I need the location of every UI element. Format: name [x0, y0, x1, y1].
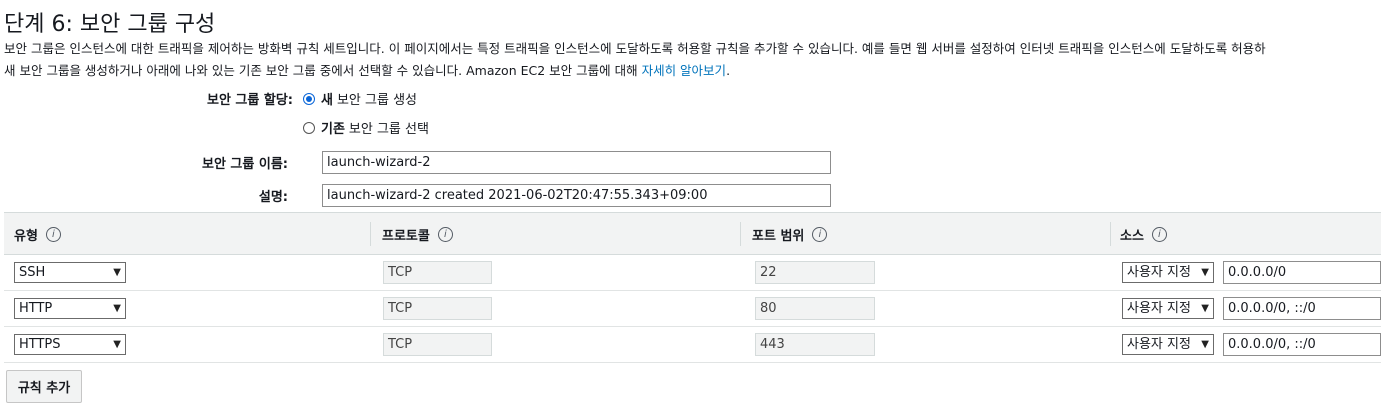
- protocol-field: TCP: [383, 261, 492, 284]
- page-description: 보안 그룹은 인스턴스에 대한 트래픽을 제어하는 방화벽 규칙 세트입니다. …: [4, 38, 1381, 82]
- chevron-down-icon: ▼: [1201, 267, 1209, 278]
- assign-label: 보안 그룹 할당:: [206, 93, 293, 108]
- rule-row: HTTP ▼ TCP 80 사용자 지정 ▼ 0.0.0.0/0, ::/0: [4, 291, 1381, 327]
- column-header-label: 포트 범위: [752, 228, 805, 244]
- source-mode-select[interactable]: 사용자 지정 ▼: [1122, 262, 1214, 283]
- source-mode-value: 사용자 지정: [1127, 337, 1191, 352]
- chevron-down-icon: ▼: [1201, 303, 1209, 314]
- port-range-field: 443: [755, 333, 875, 356]
- info-icon[interactable]: i: [812, 226, 828, 242]
- page-title: 단계 6: 보안 그룹 구성: [4, 12, 216, 37]
- source-mode-value: 사용자 지정: [1127, 265, 1191, 280]
- column-header-type: 유형 i: [4, 213, 61, 255]
- radio-existing-group[interactable]: 기존 보안 그룹 선택: [303, 118, 429, 137]
- group-name-input[interactable]: [322, 151, 831, 174]
- info-icon[interactable]: i: [437, 226, 453, 242]
- port-range-field: 22: [755, 261, 875, 284]
- type-select-value: HTTP: [19, 301, 53, 316]
- chevron-down-icon: ▼: [1201, 339, 1209, 350]
- group-name-label: 보안 그룹 이름:: [201, 157, 288, 172]
- description-line-2: 새 보안 그룹을 생성하거나 아래에 나와 있는 기존 보안 그룹 중에서 선택…: [4, 60, 1381, 82]
- group-desc-input[interactable]: [322, 184, 831, 207]
- radio-existing-label: 보안 그룹 선택: [348, 122, 429, 137]
- add-rule-button[interactable]: 규칙 추가: [6, 370, 82, 403]
- type-select[interactable]: HTTP ▼: [14, 298, 126, 319]
- chevron-down-icon: ▼: [113, 339, 121, 350]
- source-mode-select[interactable]: 사용자 지정 ▼: [1122, 298, 1214, 319]
- type-select[interactable]: SSH ▼: [14, 262, 126, 283]
- type-select-value: SSH: [19, 265, 46, 280]
- radio-new-group[interactable]: 새 보안 그룹 생성: [303, 89, 417, 108]
- source-mode-select[interactable]: 사용자 지정 ▼: [1122, 334, 1214, 355]
- type-select-value: HTTPS: [19, 337, 61, 352]
- radio-selected-icon[interactable]: [303, 92, 315, 105]
- chevron-down-icon: ▼: [113, 267, 121, 278]
- description-text: 새 보안 그룹을 생성하거나 아래에 나와 있는 기존 보안 그룹 중에서 선택…: [4, 63, 642, 78]
- info-icon[interactable]: i: [1151, 226, 1167, 242]
- source-cidr-input[interactable]: 0.0.0.0/0: [1223, 261, 1381, 284]
- description-line-1: 보안 그룹은 인스턴스에 대한 트래픽을 제어하는 방화벽 규칙 세트입니다. …: [4, 41, 1266, 56]
- rule-row: SSH ▼ TCP 22 사용자 지정 ▼ 0.0.0.0/0: [4, 255, 1381, 291]
- chevron-down-icon: ▼: [113, 303, 121, 314]
- column-header-source: 소스 i: [1110, 213, 1167, 255]
- protocol-field: TCP: [383, 333, 492, 356]
- radio-new-bold: 새: [321, 93, 333, 108]
- learn-more-link[interactable]: 자세히 알아보기: [642, 63, 726, 78]
- column-header-protocol: 프로토콜 i: [372, 213, 453, 255]
- rules-table-header: 유형 i 프로토콜 i 포트 범위 i 소스 i: [4, 212, 1381, 255]
- source-mode-value: 사용자 지정: [1127, 301, 1191, 316]
- group-desc-label: 설명:: [258, 190, 288, 205]
- column-header-label: 유형: [14, 228, 38, 244]
- source-cidr-input[interactable]: 0.0.0.0/0, ::/0: [1223, 297, 1381, 320]
- info-icon[interactable]: i: [45, 226, 61, 242]
- column-divider[interactable]: [740, 222, 741, 246]
- radio-new-label: 보안 그룹 생성: [336, 93, 417, 108]
- column-header-label: 소스: [1120, 228, 1144, 244]
- column-header-label: 프로토콜: [382, 228, 430, 244]
- port-range-field: 80: [755, 297, 875, 320]
- column-divider[interactable]: [370, 222, 371, 246]
- protocol-field: TCP: [383, 297, 492, 320]
- radio-existing-bold: 기존: [321, 122, 345, 137]
- column-header-port-range: 포트 범위 i: [742, 213, 828, 255]
- source-cidr-input[interactable]: 0.0.0.0/0, ::/0: [1223, 333, 1381, 356]
- type-select[interactable]: HTTPS ▼: [14, 334, 126, 355]
- link-suffix: .: [726, 63, 731, 78]
- rule-row: HTTPS ▼ TCP 443 사용자 지정 ▼ 0.0.0.0/0, ::/0: [4, 327, 1381, 363]
- radio-unselected-icon[interactable]: [303, 121, 315, 134]
